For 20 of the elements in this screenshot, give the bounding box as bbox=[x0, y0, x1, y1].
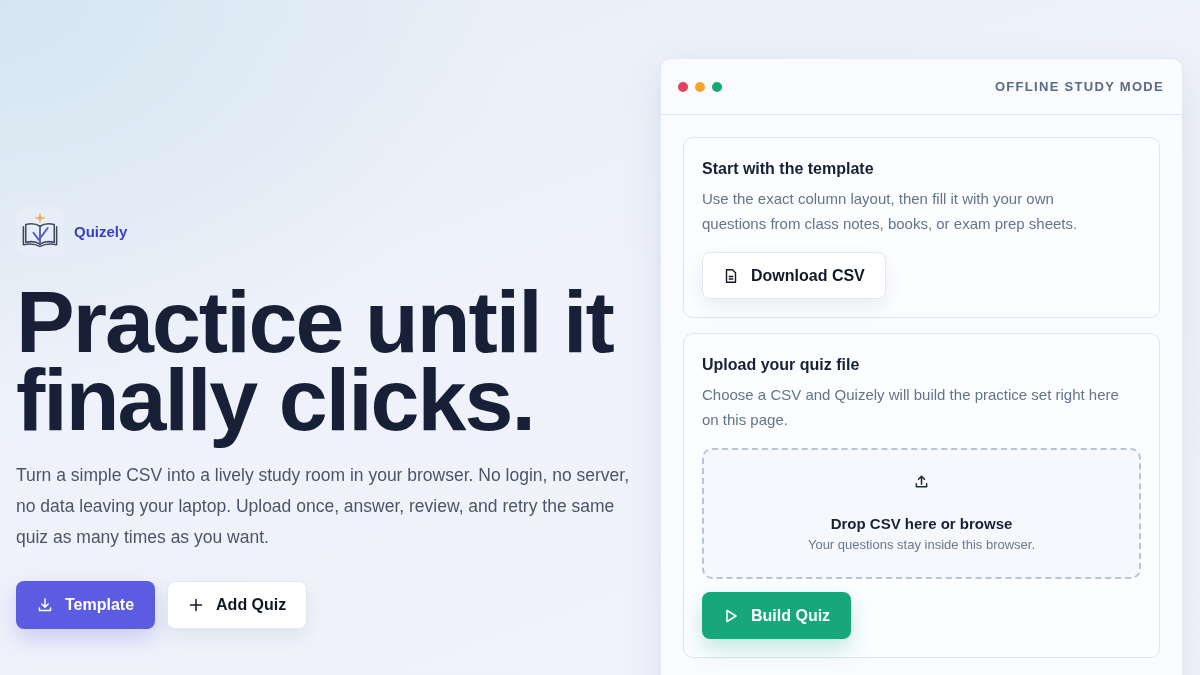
card-title: Upload your quiz file bbox=[702, 355, 861, 375]
book-logo-icon bbox=[16, 207, 64, 255]
hero-description: Turn a simple CSV into a lively study room in your browser. No login, no server, no data leaving your laptop. Upload once, answer, review, and retry the same quiz as many times as you want. bbox=[16, 464, 631, 549]
card-title: Start with the template bbox=[702, 159, 875, 179]
template-button[interactable]: Template bbox=[16, 581, 156, 629]
download-csv-button[interactable]: Download CSV bbox=[702, 252, 886, 299]
upload-icon bbox=[914, 474, 929, 489]
brand-name: Quizely bbox=[74, 222, 128, 240]
dropzone-hint: Your questions stay inside this browser. bbox=[807, 536, 1036, 554]
file-dropzone[interactable]: Drop CSV here or browse Your questions stay inside this browser. bbox=[702, 448, 1141, 579]
play-icon bbox=[723, 607, 739, 624]
headline: Practice until it finally clicks. bbox=[16, 283, 615, 451]
card-description: Choose a CSV and Quizely will build the practice set right here on this page. bbox=[702, 385, 1120, 430]
dropzone-title: Drop CSV here or browse bbox=[830, 514, 1013, 534]
plus-icon bbox=[188, 597, 205, 613]
add-quiz-button[interactable]: Add Quiz bbox=[167, 581, 308, 629]
file-icon bbox=[723, 267, 739, 284]
card-description: Use the exact column layout, then fill it with your own questions from class notes, books, or exam prep sheets. bbox=[702, 189, 1079, 234]
mode-label: OFFLINE STUDY MODE bbox=[994, 79, 1164, 94]
download-icon bbox=[37, 597, 53, 613]
